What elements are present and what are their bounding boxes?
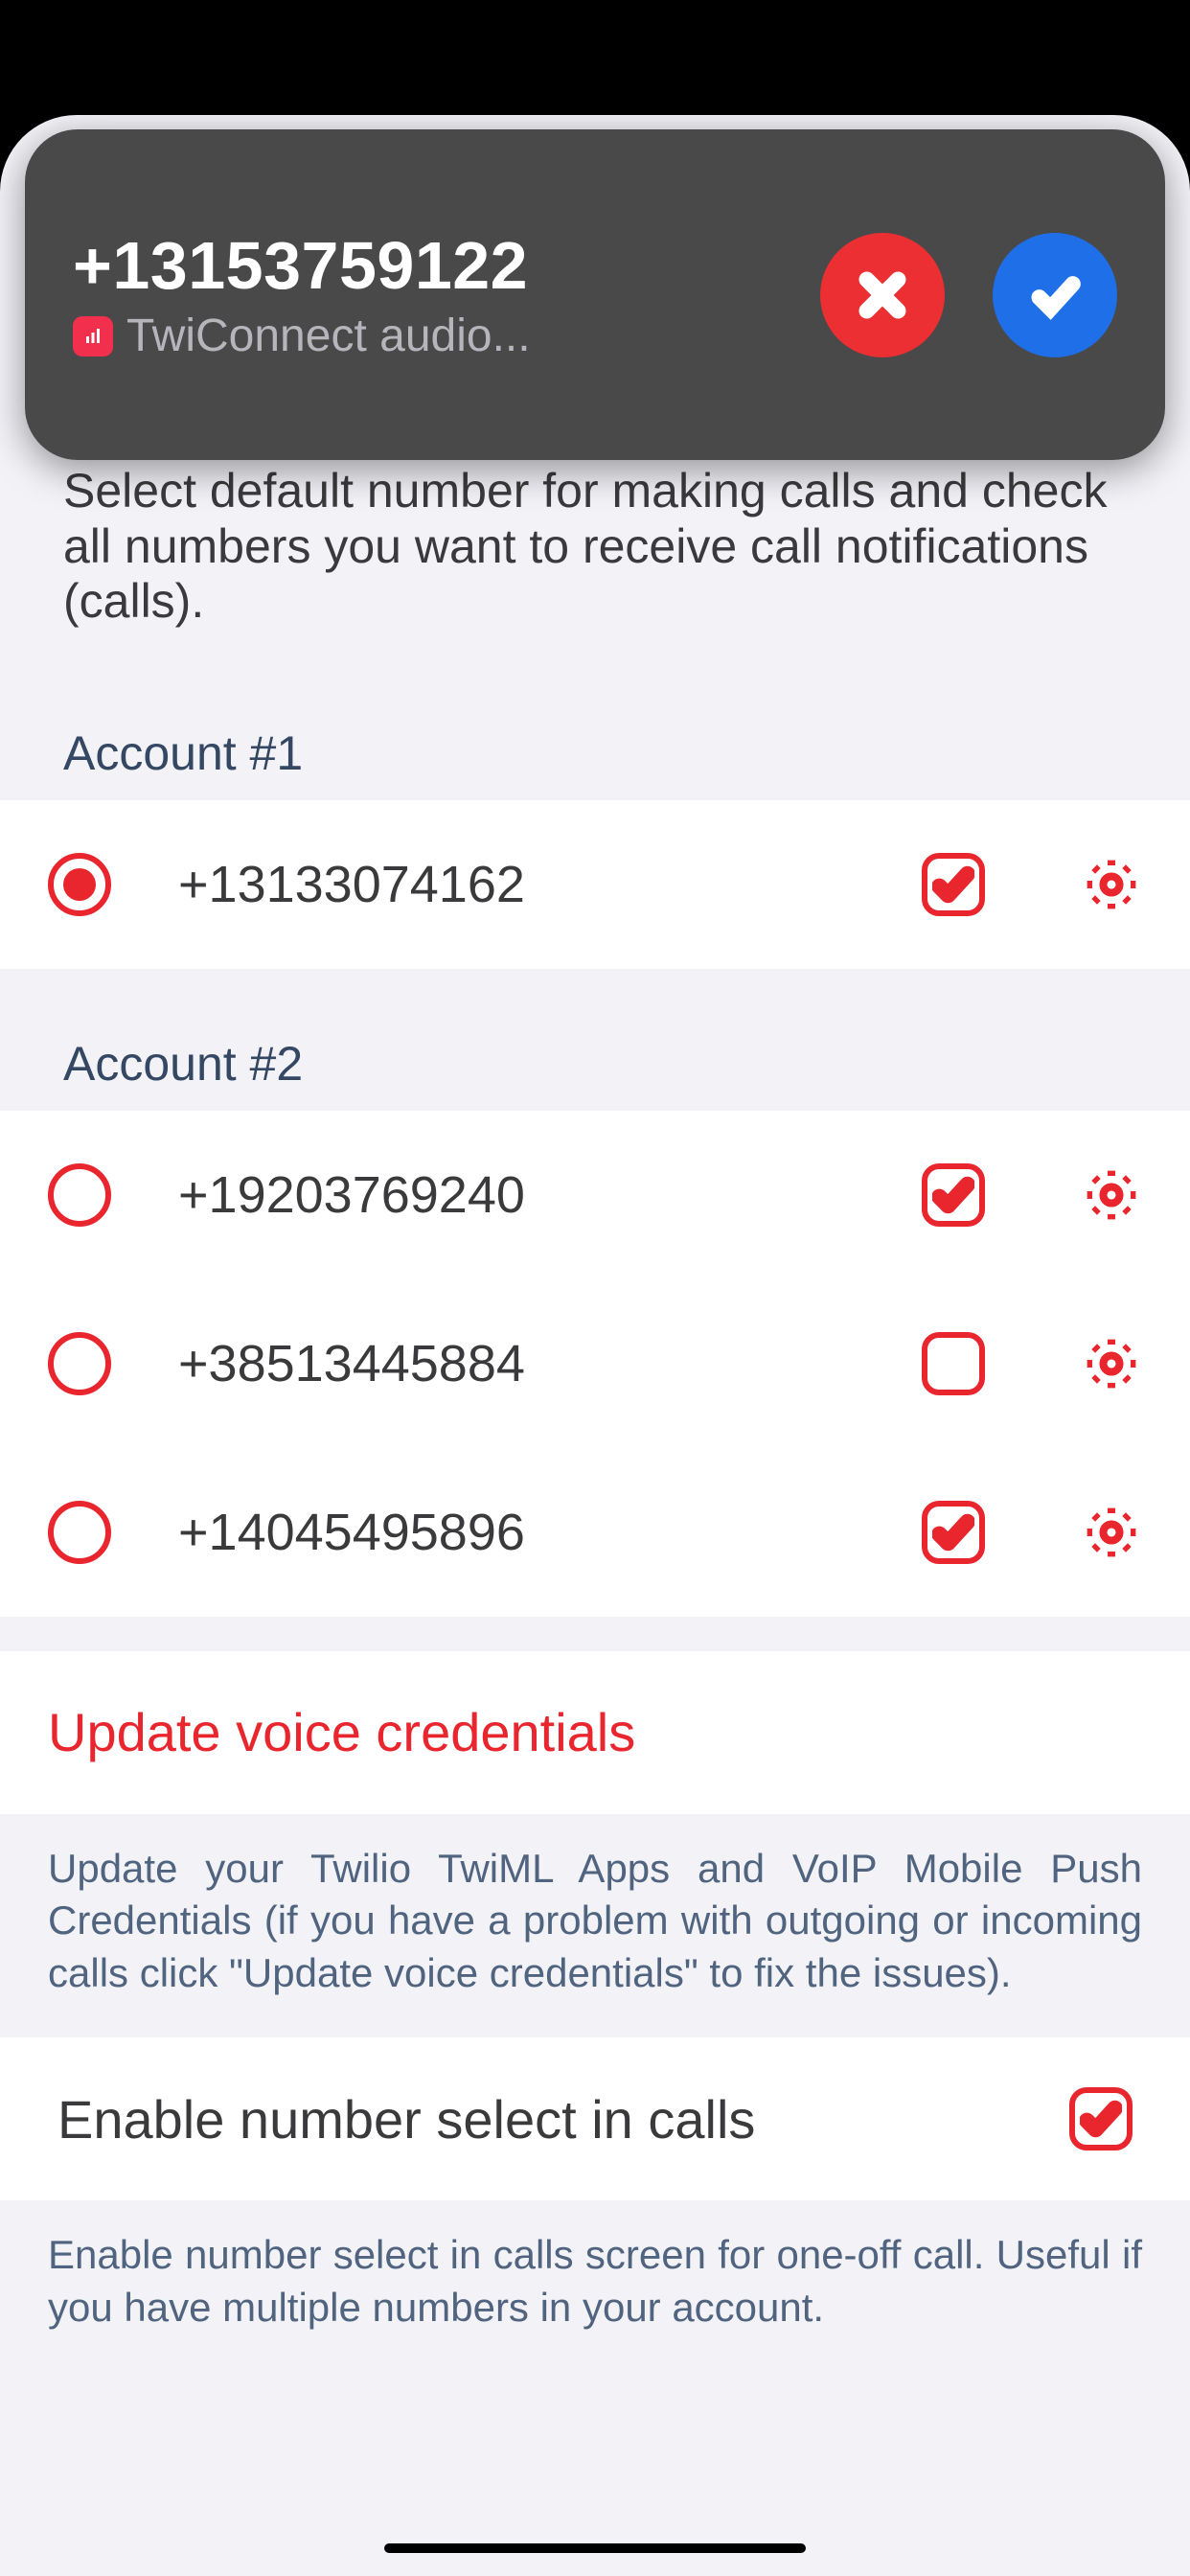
phone-number-label: +14045495896 bbox=[149, 1503, 883, 1562]
update-voice-credentials-button[interactable]: Update voice credentials bbox=[0, 1651, 1190, 1814]
number-row[interactable]: +19203769240 bbox=[0, 1111, 1190, 1279]
radio-default-icon[interactable] bbox=[48, 1163, 111, 1227]
caller-subtitle: TwiConnect audio... bbox=[126, 310, 531, 362]
radio-default-icon[interactable] bbox=[48, 1332, 111, 1395]
radio-default-icon[interactable] bbox=[48, 1501, 111, 1564]
content-scroll[interactable]: Select default number for making calls a… bbox=[0, 450, 1190, 2576]
check-icon bbox=[1028, 268, 1082, 322]
notify-checkbox[interactable] bbox=[922, 853, 985, 916]
decline-call-button[interactable] bbox=[820, 233, 945, 357]
enable-number-select-description: Enable number select in calls screen for… bbox=[0, 2200, 1190, 2372]
notify-checkbox[interactable] bbox=[922, 1501, 985, 1564]
notify-checkbox[interactable] bbox=[922, 1332, 985, 1395]
gear-icon[interactable] bbox=[1081, 854, 1142, 915]
enable-number-select-row[interactable]: Enable number select in calls bbox=[0, 2037, 1190, 2200]
notify-checkbox[interactable] bbox=[922, 1163, 985, 1227]
account-header-2: Account #2 bbox=[0, 969, 1190, 1111]
incoming-call-banner[interactable]: +13153759122 TwiConnect audio... bbox=[25, 129, 1165, 460]
close-icon bbox=[856, 268, 909, 322]
number-row[interactable]: +38513445884 bbox=[0, 1279, 1190, 1448]
accept-call-button[interactable] bbox=[993, 233, 1117, 357]
app-icon bbox=[73, 316, 113, 356]
phone-number-label: +38513445884 bbox=[149, 1334, 883, 1393]
settings-screen: Select default number for making calls a… bbox=[0, 115, 1190, 2576]
account-header-1: Account #1 bbox=[0, 630, 1190, 800]
radio-default-icon[interactable] bbox=[48, 853, 111, 916]
call-banner-info: +13153759122 TwiConnect audio... bbox=[73, 227, 791, 362]
gear-icon[interactable] bbox=[1081, 1502, 1142, 1563]
number-row[interactable]: +14045495896 bbox=[0, 1448, 1190, 1617]
gear-icon[interactable] bbox=[1081, 1333, 1142, 1394]
gear-icon[interactable] bbox=[1081, 1164, 1142, 1226]
enable-number-select-checkbox[interactable] bbox=[1069, 2087, 1133, 2150]
intro-text: Select default number for making calls a… bbox=[0, 450, 1190, 630]
home-indicator[interactable] bbox=[384, 2543, 806, 2553]
enable-number-select-label: Enable number select in calls bbox=[57, 2088, 755, 2150]
number-row[interactable]: +13133074162 bbox=[0, 800, 1190, 969]
update-description: Update your Twilio TwiML Apps and VoIP M… bbox=[0, 1814, 1190, 2038]
update-link-label: Update voice credentials bbox=[48, 1701, 635, 1763]
phone-number-label: +13133074162 bbox=[149, 855, 883, 914]
caller-number: +13153759122 bbox=[73, 227, 791, 304]
phone-number-label: +19203769240 bbox=[149, 1165, 883, 1225]
